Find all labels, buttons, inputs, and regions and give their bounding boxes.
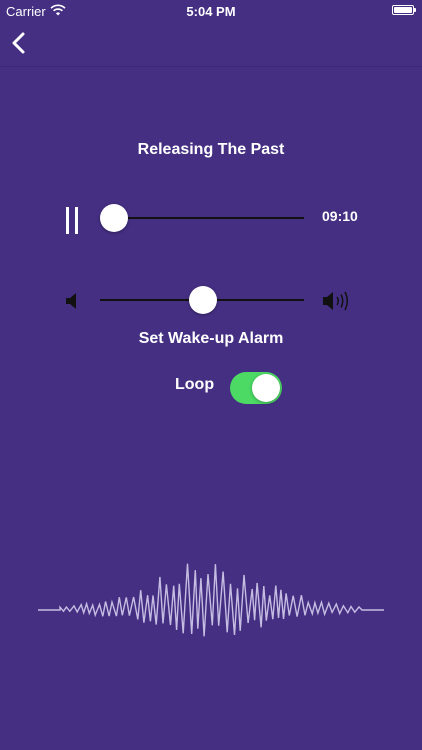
volume-slider-thumb[interactable] bbox=[189, 286, 217, 314]
loop-toggle[interactable] bbox=[230, 372, 282, 404]
track-title: Releasing The Past bbox=[137, 141, 285, 158]
status-bar: Carrier 5:04 PM bbox=[0, 0, 422, 22]
battery-icon bbox=[392, 5, 416, 15]
toggle-knob bbox=[252, 374, 280, 402]
pause-icon bbox=[66, 207, 69, 234]
set-wake-up-alarm-button[interactable]: Set Wake-up Alarm bbox=[0, 330, 422, 348]
remaining-time: 09:10 bbox=[322, 208, 358, 224]
progress-slider-thumb[interactable] bbox=[100, 204, 128, 232]
status-time: 5:04 PM bbox=[186, 4, 236, 19]
chevron-left-icon bbox=[12, 32, 25, 54]
pause-button[interactable] bbox=[60, 202, 86, 236]
progress-slider-track[interactable] bbox=[104, 217, 304, 219]
loop-label: Loop bbox=[175, 376, 215, 393]
navigation-bar bbox=[0, 22, 422, 67]
speaker-high-icon bbox=[323, 291, 348, 311]
pause-icon bbox=[75, 207, 78, 234]
back-button[interactable] bbox=[6, 28, 38, 60]
waveform-line bbox=[38, 563, 384, 637]
speaker-low-icon bbox=[66, 293, 76, 309]
audio-waveform bbox=[38, 563, 384, 637]
